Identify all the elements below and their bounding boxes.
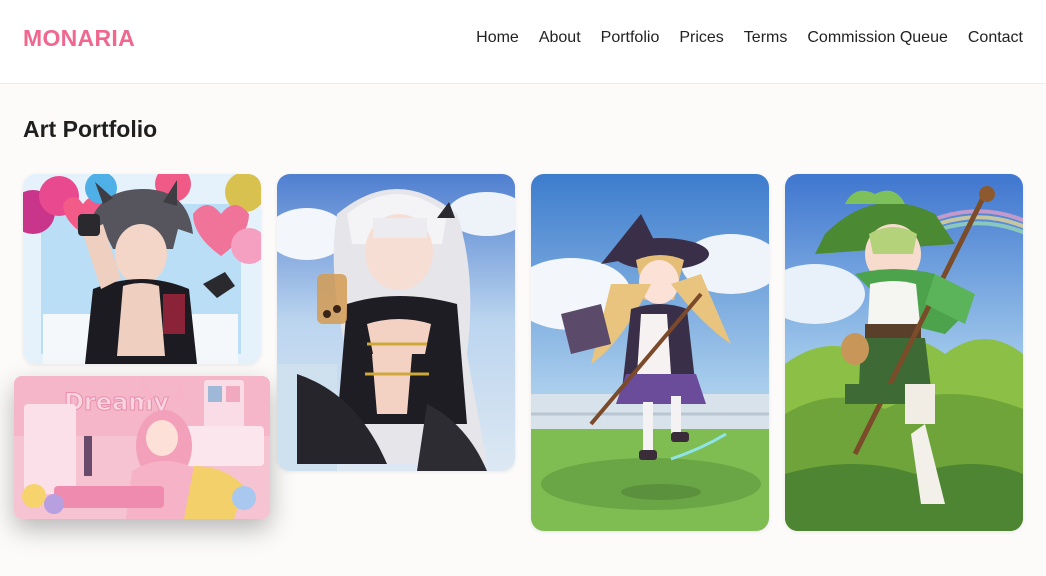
- nav-contact[interactable]: Contact: [968, 29, 1023, 47]
- page-title: Art Portfolio: [23, 116, 158, 142]
- nav-terms[interactable]: Terms: [744, 29, 788, 47]
- site-header: MONARIA Home About Portfolio Prices Term…: [0, 0, 1046, 84]
- artwork-image: [23, 174, 261, 364]
- gallery-item-elf-boy[interactable]: [785, 174, 1023, 531]
- nav-prices[interactable]: Prices: [679, 29, 723, 47]
- gallery-item-bunny-streamer[interactable]: Dreamy: [14, 376, 270, 519]
- nav-home[interactable]: Home: [476, 29, 519, 47]
- site-logo[interactable]: MONARIA: [23, 25, 135, 52]
- artwork-image: [277, 174, 515, 471]
- gallery-item-silver-hair-girl[interactable]: [277, 174, 515, 471]
- nav-portfolio[interactable]: Portfolio: [601, 29, 660, 47]
- nav-commission-queue[interactable]: Commission Queue: [807, 29, 948, 47]
- gallery-item-wolf-boy[interactable]: [23, 174, 261, 364]
- artwork-image: [785, 174, 1023, 531]
- main-nav: Home About Portfolio Prices Terms Commis…: [476, 29, 1023, 47]
- gallery-item-little-witch[interactable]: [531, 174, 769, 531]
- artwork-image: Dreamy: [14, 376, 270, 519]
- svg-text:Dreamy: Dreamy: [64, 388, 169, 416]
- artwork-image: [531, 174, 769, 531]
- nav-about[interactable]: About: [539, 29, 581, 47]
